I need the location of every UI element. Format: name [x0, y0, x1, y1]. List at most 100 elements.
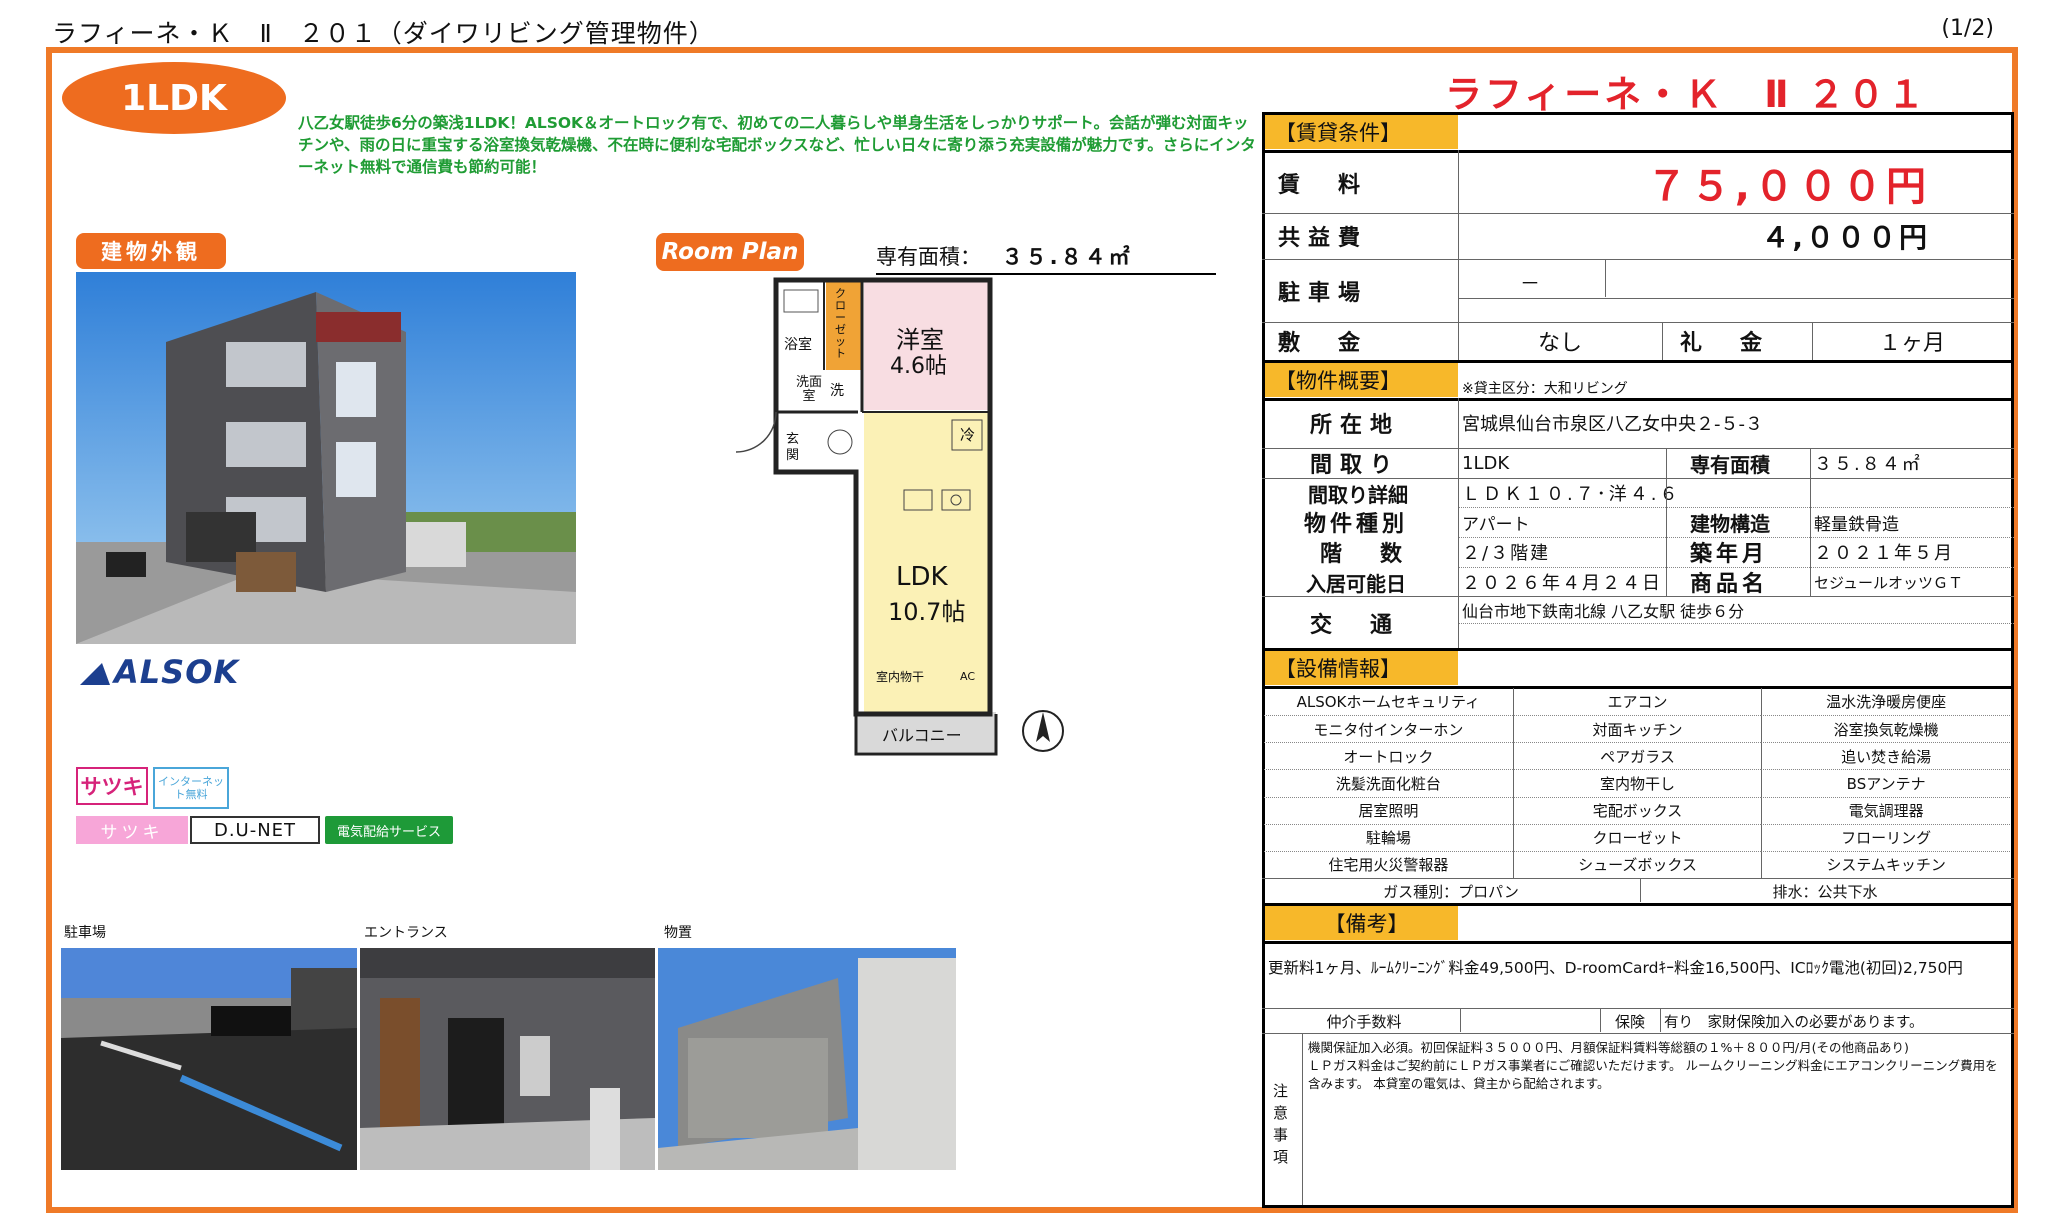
drainage: 排水：公共下水 — [1772, 882, 1878, 901]
equipment-item: クローゼット — [1512, 823, 1762, 851]
built-value: ２０２１年５月 — [1814, 543, 1954, 564]
right-panel-right-border — [2011, 112, 2014, 1208]
move-in-key: 入居可能日 — [1306, 571, 1406, 596]
plan-dry: 室内物干 — [876, 670, 925, 684]
insurance-key: 保険 — [1614, 1012, 1645, 1031]
common-fee-key: 共益費 — [1278, 226, 1369, 251]
equipment-item: 温水洗浄暖房便座 — [1761, 688, 2010, 716]
equipment-item: ALSOKホームセキュリティ — [1296, 693, 1481, 712]
equipment-item: 住宅用火災警報器 — [1264, 850, 1513, 878]
exterior-label: 建物外観 — [76, 233, 226, 269]
thumb-entrance-photo — [360, 948, 655, 1170]
equipment-item: シューズボックス — [1512, 850, 1762, 878]
owner-note: ※貸主区分：大和リビング — [1462, 381, 1628, 397]
property-type-value: アパート — [1462, 514, 1530, 535]
rent-conditions-header: 【賃貸条件】 — [1265, 115, 1458, 149]
floor-area-value: ３５.８４㎡ — [1001, 245, 1133, 269]
layout-detail-key: 間取り詳細 — [1308, 482, 1408, 507]
plan-western-size: 4.6帖 — [890, 354, 947, 379]
equipment-item: オートロック — [1264, 742, 1513, 769]
access-value: 仙台市地下鉄南北線 八乙女駅 徒歩６分 — [1462, 602, 1745, 621]
floor-area-key: 専有面積 — [1690, 452, 1770, 477]
plan-bath: 浴室 — [784, 337, 812, 353]
key-money-value: １ヶ月 — [1878, 331, 1945, 356]
thumb-caption-entrance: エントランス — [364, 925, 448, 941]
equipment-item: 浴室換気乾燥機 — [1761, 715, 2010, 743]
alsok-logo: ALSOK — [80, 653, 239, 691]
floor-area-label: 専有面積： — [876, 245, 981, 269]
equipment-item: 宅配ボックス — [1512, 796, 1762, 824]
electric-service-logo: 電気配給サービス — [325, 816, 453, 844]
access-key: 交 通 — [1310, 613, 1401, 638]
equipment-item: 居室照明 — [1264, 796, 1513, 824]
remarks-header: 【備考】 — [1265, 906, 1458, 940]
equipment-item: 追い焚き給湯 — [1761, 742, 2010, 770]
property-description: 八乙女駅徒歩6分の築浅1LDK！ALSOK＆オートロック有で、初めての二人暮らし… — [298, 114, 1256, 176]
built-key: 築年月 — [1690, 542, 1769, 567]
layout-badge: 1LDK — [62, 62, 286, 134]
floor-area-line: 専有面積： ３５.８４㎡ — [876, 241, 1216, 275]
plan-fridge: 冷 — [960, 426, 976, 444]
equipment-item: フローリング — [1761, 823, 2010, 851]
layout-key: 間取り — [1310, 453, 1401, 478]
equipment-item: 洗髪洗面化粧台 — [1264, 769, 1513, 796]
plan-ldk-size: 10.7帖 — [888, 598, 966, 626]
outline-header: 【物件概要】 — [1265, 363, 1458, 397]
deposit-value: なし — [1537, 331, 1582, 356]
common-fee-value: ４,０００円 — [1761, 221, 1930, 254]
gas-type: ガス種別：プロパン — [1383, 882, 1519, 901]
equipment-item: ペアガラス — [1512, 742, 1762, 770]
equipment-item: モニタ付インターホン — [1264, 715, 1513, 742]
move-in-value: ２０２６年４月２４日 — [1462, 573, 1662, 594]
equipment-item: 駐輪場 — [1264, 823, 1513, 851]
exterior-photo — [76, 272, 576, 644]
document-title: ラフィーネ・Ｋ Ⅱ ２０１（ダイワリビング管理物件） — [52, 19, 715, 48]
notes-text: 機関保証加入必須。初回保証料３５０００円、月額保証料賃料等総額の１%＋８００円/… — [1308, 1040, 1998, 1091]
floors-key: 階 数 — [1320, 542, 1411, 567]
parking-value: － — [1520, 270, 1540, 295]
property-type-key: 物件種別 — [1304, 512, 1409, 537]
thumb-caption-parking: 駐車場 — [64, 925, 106, 941]
north-arrow-icon — [1020, 708, 1066, 758]
right-panel-bottom-border — [1262, 1205, 2014, 1208]
rent-key: 賃 料 — [1278, 173, 1369, 198]
equipment-item: 対面キッチン — [1512, 715, 1762, 743]
equipment-item: 電気調理器 — [1761, 796, 2010, 824]
layout-detail-value: ＬＤＫ１０.７･洋４.６ — [1462, 484, 1681, 505]
product-value: セジュールオッツＧＴ — [1814, 573, 1963, 592]
equipment-item: システムキッチン — [1761, 850, 2010, 878]
equipment-item: BSアンテナ — [1761, 769, 2010, 797]
broker-fee-key: 仲介手数料 — [1326, 1012, 1402, 1031]
layout-value: 1LDK — [1462, 452, 1510, 474]
floors-value: ２/３階建 — [1462, 543, 1551, 564]
plan-ac: AC — [960, 670, 976, 683]
product-key: 商品名 — [1690, 572, 1769, 597]
thumb-parking-photo — [61, 948, 357, 1170]
deposit-key: 敷 金 — [1278, 331, 1369, 356]
internet-free-logo: インターネット無料 — [153, 767, 229, 809]
satsuki-logo: サツキ — [76, 767, 148, 805]
parking-key: 駐車場 — [1278, 281, 1369, 306]
equipment-grid: ALSOKホームセキュリティ エアコン 温水洗浄暖房便座 モニタ付インターホン 対面キッ… — [1264, 688, 2010, 878]
equipment-header: 【設備情報】 — [1265, 651, 1458, 685]
structure-value: 軽量鉄骨造 — [1814, 514, 1899, 535]
thumb-storage-photo — [658, 948, 956, 1170]
plan-wash: 洗面室 — [795, 375, 822, 404]
rent-value: ７５,０００円 — [1646, 164, 1930, 210]
structure-key: 建物構造 — [1690, 511, 1770, 536]
notes-key: 注意事項 — [1273, 1082, 1289, 1166]
dunet-logo: D.U-NET — [190, 816, 320, 844]
alsok-text: ALSOK — [114, 653, 240, 691]
thumb-caption-storage: 物置 — [664, 925, 692, 941]
alsok-mark-icon — [80, 663, 110, 685]
plan-entrance: 玄関 — [786, 432, 800, 463]
page-number: (1/2) — [1941, 16, 1994, 41]
plan-ldk: LDK — [896, 562, 948, 592]
equipment-item: 室内物干し — [1512, 769, 1762, 797]
satsuki-bar: サツキ — [76, 816, 188, 844]
address-key: 所在地 — [1310, 413, 1401, 438]
room-plan-label: Room Plan — [656, 233, 804, 271]
floor-area-value-table: ３５.８４㎡ — [1814, 454, 1922, 475]
insurance-value: 有り 家財保険加入の必要があります。 — [1664, 1014, 1924, 1031]
address-value: 宮城県仙台市泉区八乙女中央２-５-３ — [1462, 414, 1763, 435]
